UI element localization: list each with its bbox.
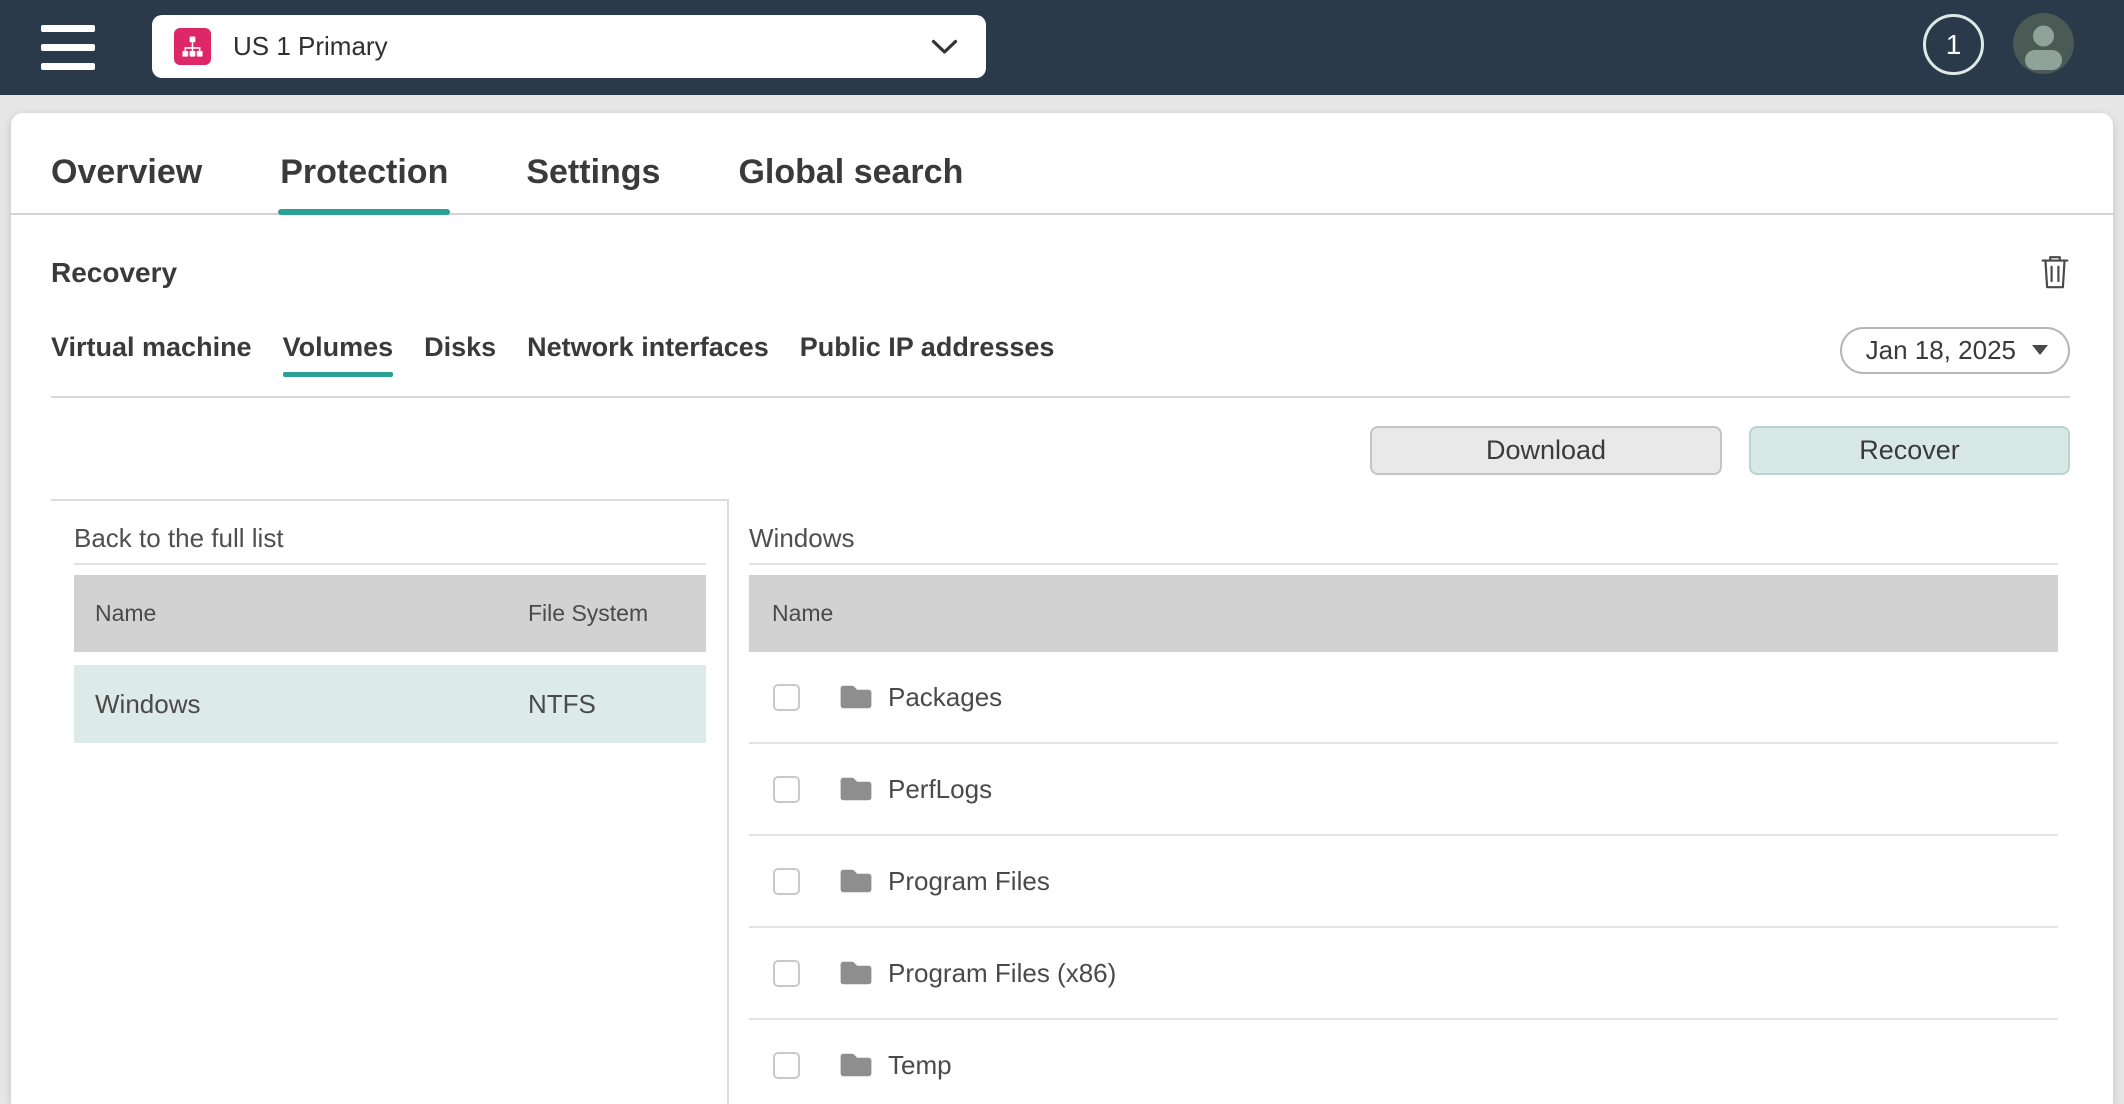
- folder-row[interactable]: Program Files: [749, 836, 2058, 928]
- row-checkbox[interactable]: [773, 776, 800, 803]
- avatar[interactable]: [2013, 13, 2074, 74]
- tab-bar: Overview Protection Settings Global sear…: [11, 113, 2113, 215]
- row-checkbox[interactable]: [773, 960, 800, 987]
- tab-protection[interactable]: Protection: [280, 153, 448, 213]
- volume-file-system: NTFS: [528, 689, 596, 720]
- trash-icon: [2040, 253, 2070, 293]
- folder-name: Packages: [888, 682, 1002, 713]
- column-header-name: Name: [74, 600, 528, 627]
- notification-count: 1: [1946, 29, 1962, 61]
- folder-row[interactable]: Program Files (x86): [749, 928, 2058, 1020]
- delete-button[interactable]: [2040, 253, 2070, 293]
- recovery-point-date-label: Jan 18, 2025: [1866, 335, 2016, 366]
- back-to-full-list-link[interactable]: Back to the full list: [74, 523, 284, 554]
- page-title: Recovery: [51, 257, 177, 289]
- hamburger-menu-button[interactable]: [41, 25, 95, 70]
- files-list: Packages PerfLogs: [749, 652, 2058, 1104]
- folder-row[interactable]: Packages: [749, 652, 2058, 744]
- vertical-divider: [727, 499, 729, 1104]
- folder-icon: [839, 1051, 873, 1079]
- folder-icon: [839, 959, 873, 987]
- caret-down-icon: [2032, 345, 2048, 355]
- subtab-bar: Virtual machine Volumes Disks Network in…: [51, 332, 1054, 376]
- divider: [749, 563, 2058, 565]
- recovery-point-date-selector[interactable]: Jan 18, 2025: [1840, 327, 2070, 374]
- workspace-sitemap-icon: [174, 28, 211, 65]
- action-bar: Download Recover: [11, 398, 2113, 475]
- row-checkbox[interactable]: [773, 1052, 800, 1079]
- notification-badge[interactable]: 1: [1923, 14, 1984, 75]
- recovery-header: Recovery: [11, 215, 2113, 293]
- workspace-selector[interactable]: US 1 Primary: [152, 15, 986, 78]
- subtab-row: Virtual machine Volumes Disks Network in…: [11, 293, 2113, 376]
- subtab-virtual-machine[interactable]: Virtual machine: [51, 332, 252, 376]
- folder-row[interactable]: PerfLogs: [749, 744, 2058, 836]
- topbar: US 1 Primary 1: [0, 0, 2124, 95]
- recover-button[interactable]: Recover: [1749, 426, 2070, 475]
- browser-panels: Back to the full list Name File System W…: [11, 499, 2113, 1104]
- main-card: Overview Protection Settings Global sear…: [11, 113, 2113, 1104]
- volume-name: Windows: [74, 689, 528, 720]
- subtab-volumes[interactable]: Volumes: [283, 332, 394, 376]
- volumes-panel: Back to the full list Name File System W…: [74, 499, 706, 743]
- folder-row[interactable]: Temp: [749, 1020, 2058, 1104]
- subtab-disks[interactable]: Disks: [424, 332, 496, 376]
- files-panel-title: Windows: [749, 523, 2058, 554]
- folder-name: Program Files (x86): [888, 958, 1116, 989]
- column-header-file-system: File System: [528, 600, 648, 627]
- row-checkbox[interactable]: [773, 868, 800, 895]
- divider: [74, 563, 706, 565]
- screen: US 1 Primary 1 Overview Protection Setti…: [0, 0, 2124, 1104]
- folder-icon: [839, 775, 873, 803]
- folder-name: Temp: [888, 1050, 952, 1081]
- workspace-selector-label: US 1 Primary: [233, 31, 388, 62]
- chevron-down-icon: [931, 39, 958, 55]
- tab-overview[interactable]: Overview: [51, 153, 202, 213]
- files-panel: Windows Name Packa: [749, 499, 2058, 1104]
- folder-name: Program Files: [888, 866, 1050, 897]
- folder-icon: [839, 867, 873, 895]
- volumes-table-header: Name File System: [74, 575, 706, 652]
- tab-global-search[interactable]: Global search: [738, 153, 963, 213]
- row-checkbox[interactable]: [773, 684, 800, 711]
- files-table-header: Name: [749, 575, 2058, 652]
- volume-row-selected[interactable]: Windows NTFS: [74, 665, 706, 743]
- tab-settings[interactable]: Settings: [526, 153, 660, 213]
- download-button[interactable]: Download: [1370, 426, 1722, 475]
- column-header-name: Name: [772, 600, 833, 627]
- folder-icon: [839, 683, 873, 711]
- folder-name: PerfLogs: [888, 774, 992, 805]
- subtab-public-ip-addresses[interactable]: Public IP addresses: [800, 332, 1055, 376]
- subtab-network-interfaces[interactable]: Network interfaces: [527, 332, 769, 376]
